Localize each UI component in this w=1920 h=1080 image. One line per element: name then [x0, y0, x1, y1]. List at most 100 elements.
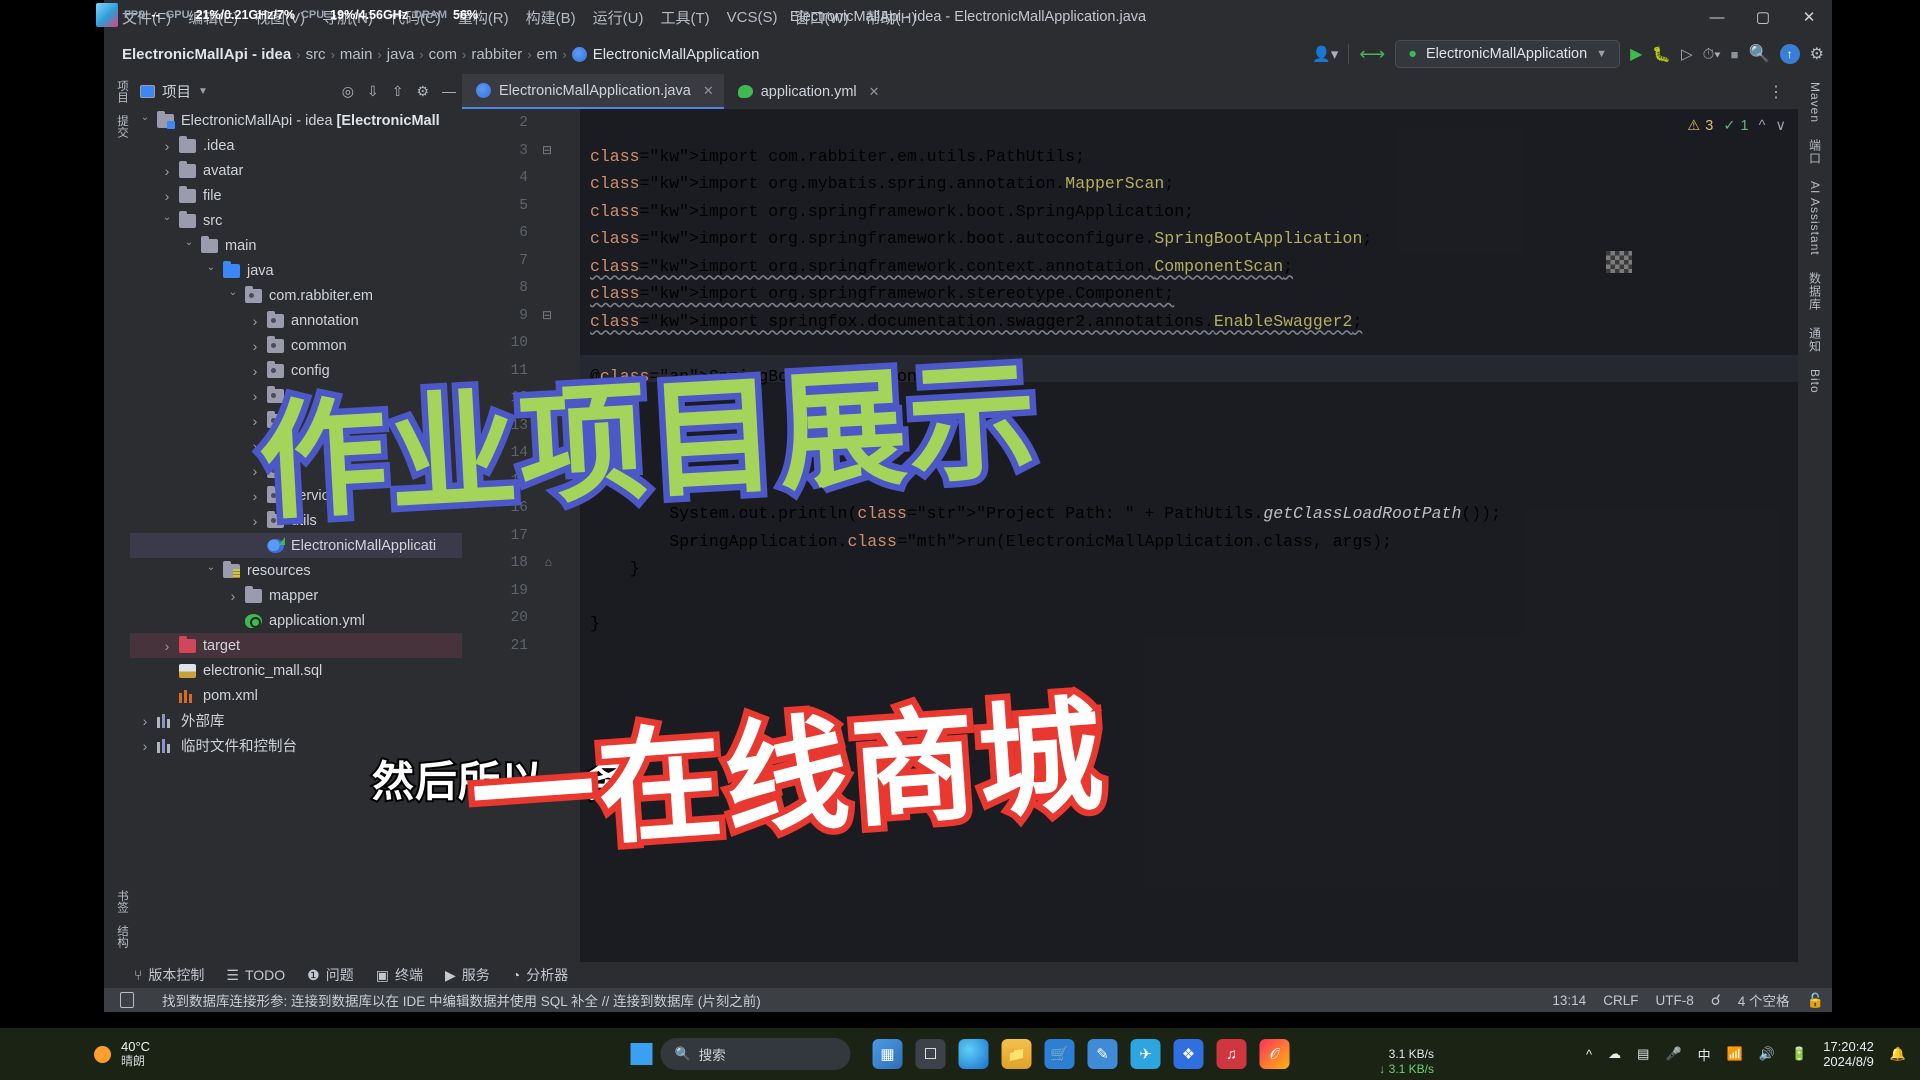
tree-row[interactable]: [130, 383, 462, 408]
chevron-right-icon[interactable]: [248, 463, 262, 479]
code-fold-icon[interactable]: ⌂: [545, 555, 552, 569]
scroll-from-source-icon[interactable]: ◎: [342, 83, 354, 100]
run-configuration-selector[interactable]: ● ElectronicMallApplication ▼: [1395, 40, 1620, 68]
ok-count-badge[interactable]: ✓ 1: [1723, 118, 1748, 134]
source-code[interactable]: class="kw">import com.rabbiter.em.utils.…: [580, 109, 1798, 962]
chevron-right-icon[interactable]: [248, 513, 262, 529]
notes-icon[interactable]: ✎: [1088, 1039, 1118, 1069]
tree-row[interactable]: common: [130, 333, 462, 358]
tree-row[interactable]: utils: [130, 508, 462, 533]
right-tool-tab-0[interactable]: Maven: [1808, 82, 1822, 123]
tree-row[interactable]: target: [130, 633, 462, 658]
breadcrumb-project[interactable]: ElectronicMallApi - idea: [122, 46, 291, 63]
feishu-icon[interactable]: ❖: [1174, 1039, 1204, 1069]
line-separator[interactable]: CRLF: [1603, 993, 1638, 1008]
battery-icon[interactable]: 🔋: [1791, 1046, 1807, 1062]
left-tool-tab-0[interactable]: 项目: [104, 74, 130, 109]
close-icon[interactable]: ✕: [703, 83, 714, 99]
volume-icon[interactable]: 🔊: [1759, 1046, 1775, 1062]
chevron-right-icon[interactable]: [248, 363, 262, 379]
inspection-icon[interactable]: ☌: [1711, 991, 1721, 1009]
tree-row[interactable]: service: [130, 483, 462, 508]
close-button[interactable]: ✕: [1786, 0, 1832, 34]
editor-tab-0[interactable]: ElectronicMallApplication.java ✕: [462, 74, 724, 109]
menu-item-11[interactable]: 帮助(H): [866, 7, 917, 28]
tree-row[interactable]: file: [130, 183, 462, 208]
store-icon[interactable]: 🛒: [1045, 1039, 1075, 1069]
tool-window-button-1[interactable]: ☰ TODO: [226, 967, 285, 984]
notification-icon[interactable]: [120, 992, 134, 1008]
chevron-down-icon[interactable]: [204, 265, 218, 276]
notification-bell-icon[interactable]: 🔔: [1890, 1046, 1906, 1062]
expand-all-icon[interactable]: ⇩: [367, 83, 379, 100]
tree-row[interactable]: config: [130, 358, 462, 383]
chevron-right-icon[interactable]: [248, 488, 262, 504]
tree-row[interactable]: ElectronicMallApi - idea [ElectronicMall: [130, 108, 462, 133]
chevron-right-icon[interactable]: [226, 588, 240, 604]
left-tool-tab-1[interactable]: 提交: [104, 109, 130, 144]
taskbar-clock[interactable]: 17:20:42 2024/8/9: [1823, 1039, 1874, 1069]
chevron-down-icon[interactable]: [160, 215, 174, 226]
tree-row[interactable]: main: [130, 233, 462, 258]
breadcrumb-part-4[interactable]: rabbiter: [471, 46, 522, 63]
editor-tabs-more-icon[interactable]: ⋮: [1754, 82, 1798, 102]
chevron-down-icon[interactable]: [204, 565, 218, 576]
breadcrumb-part-5[interactable]: em: [537, 46, 558, 63]
previous-problem-icon[interactable]: ^: [1759, 118, 1766, 134]
chevron-down-icon[interactable]: [182, 240, 196, 251]
tree-row[interactable]: [130, 458, 462, 483]
tree-row[interactable]: application.yml: [130, 608, 462, 633]
collapse-all-icon[interactable]: ⇧: [392, 83, 404, 100]
chevron-right-icon[interactable]: [160, 163, 174, 179]
tree-row[interactable]: [130, 408, 462, 433]
breadcrumb[interactable]: ElectronicMallApi - idea › src › main › java › c…: [104, 46, 759, 63]
tool-window-button-2[interactable]: ❶ 问题: [307, 965, 354, 985]
taskbar-search[interactable]: 🔍 搜索: [661, 1038, 851, 1070]
editor-tab-1[interactable]: application.yml ✕: [724, 74, 890, 109]
chevron-down-icon[interactable]: [226, 290, 240, 301]
warning-count-badge[interactable]: ⚠ 3: [1687, 118, 1713, 134]
right-tool-tab-5[interactable]: Bito: [1808, 369, 1822, 394]
chevron-right-icon[interactable]: [248, 338, 262, 354]
cloud-icon[interactable]: ☁: [1608, 1046, 1621, 1062]
tree-row[interactable]: java: [130, 258, 462, 283]
next-problem-icon[interactable]: ∨: [1775, 118, 1786, 134]
weather-widget[interactable]: 40°C 晴朗: [0, 1039, 150, 1069]
run-button[interactable]: ▶: [1630, 44, 1642, 64]
chevron-down-icon[interactable]: [138, 115, 152, 126]
ime-icon[interactable]: 中: [1698, 1045, 1711, 1064]
chevron-right-icon[interactable]: [248, 438, 262, 454]
menu-item-8[interactable]: 工具(T): [660, 7, 709, 28]
indent-setting[interactable]: 4 个空格: [1738, 990, 1790, 1010]
search-icon[interactable]: 🔍: [1748, 44, 1769, 64]
chevron-right-icon[interactable]: [160, 188, 174, 204]
settings-icon[interactable]: ⚙: [1810, 44, 1824, 64]
menu-item-6[interactable]: 构建(B): [526, 7, 576, 28]
tree-row[interactable]: electronic_mall.sql: [130, 658, 462, 683]
code-fold-icon[interactable]: ⊟: [542, 308, 552, 322]
code-fold-icon[interactable]: ⊟: [542, 143, 552, 157]
vcs-update-icon[interactable]: ⟷: [1359, 44, 1385, 65]
breadcrumb-file[interactable]: ElectronicMallApplication: [572, 46, 760, 63]
widgets-icon[interactable]: ▦: [873, 1039, 903, 1069]
chevron-right-icon[interactable]: [138, 713, 152, 729]
right-tool-tab-3[interactable]: 数据库: [1807, 272, 1824, 311]
chevron-right-icon[interactable]: [160, 138, 174, 154]
right-tool-tab-1[interactable]: 端口: [1807, 139, 1824, 165]
chevron-right-icon[interactable]: [138, 738, 152, 754]
tree-row[interactable]: avatar: [130, 158, 462, 183]
tree-row[interactable]: resources: [130, 558, 462, 583]
tool-window-button-4[interactable]: ▶ 服务: [445, 965, 490, 985]
code-area[interactable]: 2 3 ⊟ 4 5 6 7 8 9 ⊟ 10 11 12 13 14 15 16 17 18 ⌂ 19 20 21 clas…: [462, 109, 1798, 962]
status-message[interactable]: 找到数据库连接形参: 连接到数据库以在 IDE 中编辑数据并使用 SQL 补全 …: [162, 990, 761, 1010]
minimize-button[interactable]: —: [1694, 0, 1740, 34]
breadcrumb-part-1[interactable]: main: [340, 46, 373, 63]
battery-saver-icon[interactable]: ▤: [1637, 1046, 1649, 1062]
tree-row[interactable]: [130, 433, 462, 458]
profiler-button[interactable]: ⏱▾: [1703, 46, 1721, 63]
tree-row[interactable]: .idea: [130, 133, 462, 158]
start-button[interactable]: [631, 1043, 653, 1065]
stop-button[interactable]: ■: [1731, 47, 1739, 62]
menu-item-7[interactable]: 运行(U): [593, 7, 644, 28]
inspection-widget[interactable]: ⚠ 3 ✓ 1 ^ ∨: [1687, 118, 1786, 134]
